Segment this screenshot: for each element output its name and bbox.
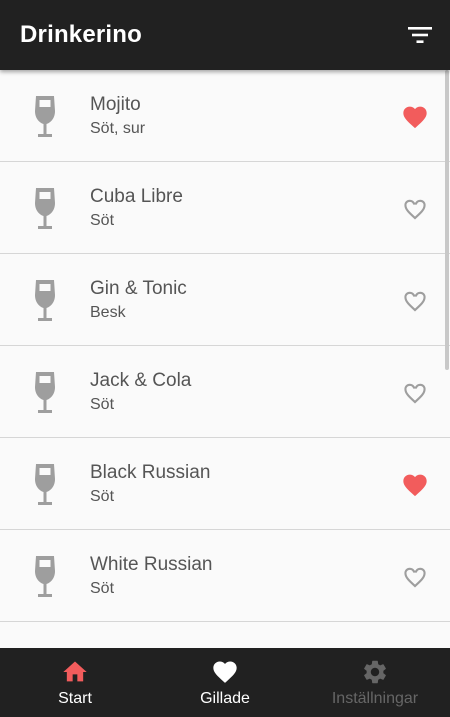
drink-taste: Söt xyxy=(90,580,115,597)
app-bar: Drinkerino xyxy=(0,0,450,70)
heart-outline-icon[interactable] xyxy=(401,379,429,405)
drink-list-item[interactable]: Cuba Libre Söt xyxy=(0,162,450,254)
filter-list-icon[interactable] xyxy=(406,23,434,47)
drink-taste: Söt xyxy=(90,212,115,229)
drink-list: Mojito Söt, sur Cuba Libre Söt Gin & Tonic Be… xyxy=(0,70,450,648)
nav-item-label: Gillade xyxy=(200,690,250,707)
drink-name: Black Russian xyxy=(90,462,211,483)
wine-glass-icon xyxy=(33,461,57,507)
drink-name: Mojito xyxy=(90,94,141,115)
drink-list-item[interactable]: White Russian Söt xyxy=(0,530,450,622)
heart-filled-icon[interactable] xyxy=(401,471,429,497)
scrollbar[interactable] xyxy=(445,70,449,370)
app-title: Drinkerino xyxy=(20,21,143,48)
nav-item-label: Start xyxy=(58,690,92,707)
gear-icon xyxy=(361,658,389,686)
heart-icon xyxy=(211,658,239,686)
app-root: Drinkerino Mojito Söt, sur Cuba Libre Söt Gi… xyxy=(0,0,450,717)
heart-filled-icon[interactable] xyxy=(401,103,429,129)
bottom-navigation: Start Gillade Inställningar xyxy=(0,648,450,717)
wine-glass-icon xyxy=(33,553,57,599)
drink-list-item[interactable]: Black Russian Söt xyxy=(0,438,450,530)
heart-outline-icon[interactable] xyxy=(401,563,429,589)
drink-name: Jack & Cola xyxy=(90,370,192,391)
drink-taste: Söt xyxy=(90,488,115,505)
wine-glass-icon xyxy=(33,93,57,139)
wine-glass-icon xyxy=(33,369,57,415)
drink-taste: Söt, sur xyxy=(90,120,146,137)
drink-list-item[interactable]: Mojito Söt, sur xyxy=(0,70,450,162)
drink-list-item[interactable]: Jack & Cola Söt xyxy=(0,346,450,438)
nav-item-gillade[interactable]: Gillade xyxy=(150,648,300,717)
drink-name: Gin & Tonic xyxy=(90,278,187,299)
nav-item-start[interactable]: Start xyxy=(0,648,150,717)
nav-item-inst-llningar[interactable]: Inställningar xyxy=(300,648,450,717)
nav-item-label: Inställningar xyxy=(331,690,419,707)
wine-glass-icon xyxy=(33,277,57,323)
drink-name: White Russian xyxy=(90,554,213,575)
heart-outline-icon[interactable] xyxy=(401,287,429,313)
drink-taste: Söt xyxy=(90,396,115,413)
drink-list-item[interactable] xyxy=(0,622,450,648)
home-icon xyxy=(61,658,89,686)
drink-name: Cuba Libre xyxy=(90,186,183,207)
drink-taste: Besk xyxy=(90,304,126,321)
wine-glass-icon xyxy=(33,185,57,231)
drink-list-item[interactable]: Gin & Tonic Besk xyxy=(0,254,450,346)
heart-outline-icon[interactable] xyxy=(401,195,429,221)
